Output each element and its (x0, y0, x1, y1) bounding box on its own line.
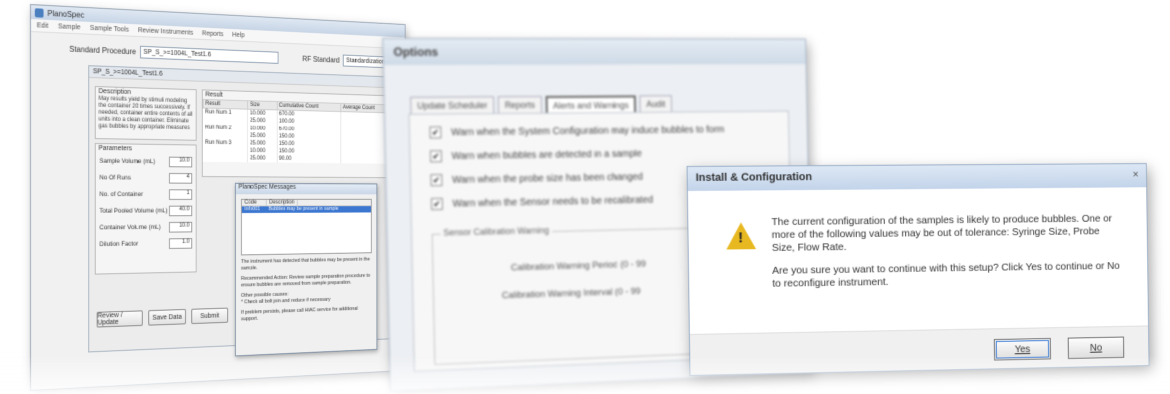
check-label: Warn when the Sensor needs to be recalib… (452, 194, 654, 210)
menu-help[interactable]: Help (232, 31, 244, 38)
dialog-title-bar: Install & Configuration × (687, 164, 1147, 191)
warning-period-label: Calibration Warning Period (0 - 99 (510, 258, 646, 274)
panel-title: SP_S_>=1004L_Test1.6 (89, 66, 398, 89)
group-title: Sensor Calibration Warning (440, 225, 552, 238)
check-label: Warn when the probe size has been change… (451, 171, 643, 186)
install-config-dialog: Install & Configuration × ! The current … (686, 163, 1150, 376)
table-row[interactable]: 25.000 90.00 (203, 154, 394, 164)
message-text: If problem persists, please call HIAC se… (241, 306, 358, 323)
no-button[interactable]: No (1067, 336, 1125, 360)
param-row: Total Pooled Volume (mL) 40.0 (96, 203, 196, 220)
param-label: No Of Runs (99, 174, 131, 182)
messages-title: PlanoSpec Messages (235, 183, 377, 195)
save-data-button[interactable]: Save Data (148, 308, 186, 326)
description-text: May results yield by stimuli modeling th… (98, 95, 193, 132)
param-label: Dilution Factor (99, 240, 139, 249)
parameters-group: Parameters Sample Volume (mL) 10.0 No Of… (94, 142, 197, 275)
window-title: PlanoSpec (47, 8, 85, 20)
menu-edit[interactable]: Edit (37, 22, 49, 30)
param-row: Container Volume (mL) 10.0 (96, 219, 196, 236)
message-text: The instrument has detected that bubbles… (241, 256, 370, 272)
app-logo-icon (34, 7, 44, 18)
runs-spinner[interactable]: 4 (169, 172, 193, 184)
containers-spinner[interactable]: 1 (169, 189, 193, 200)
pooled-volume-spinner[interactable]: 40.0 (169, 205, 193, 217)
result-group: Result Result Size Cumulative Count Aver… (201, 89, 395, 179)
standard-select[interactable]: SP_S_>=1004L_Test1.6 (139, 45, 279, 64)
dialog-paragraph: Are you sure you want to continue with t… (772, 260, 1120, 290)
param-label: Total Pooled Volume (mL) (99, 207, 168, 215)
message-desc: Bubbles may be present in sample (268, 206, 339, 212)
menu-sample-tools[interactable]: Sample Tools (90, 24, 129, 33)
yes-button[interactable]: Yes (993, 337, 1052, 361)
dialog-title: Install & Configuration (695, 171, 813, 184)
warning-icon: ! (726, 222, 757, 250)
rf-standard-label: RF Standard (302, 54, 340, 65)
param-label: No. of Container (99, 191, 144, 198)
sample-panel: SP_S_>=1004L_Test1.6 Description May res… (88, 65, 399, 357)
param-label: Container Volume (mL) (99, 224, 161, 232)
param-label: Sample Volume (mL) (99, 157, 156, 166)
menu-review[interactable]: Review Instruments (138, 27, 193, 36)
cell: 25.000 (247, 154, 277, 163)
dialog-paragraph: The current configuration of the samples… (771, 212, 1113, 254)
container-volume-spinner[interactable]: 10.0 (169, 221, 193, 233)
sample-volume-spinner[interactable]: 10.0 (169, 156, 193, 168)
message-row-selected[interactable]: Info001 Bubbles may be present in sample (241, 206, 371, 214)
result-table: Result Size Cumulative Count Average Cou… (202, 98, 394, 164)
main-app-window: PlanoSpec Edit Sample Sample Tools Revie… (30, 4, 406, 391)
messages-list: Code Description Info001 Bubbles may be … (241, 198, 372, 256)
standard-label: Standard Procedure (69, 44, 137, 57)
param-row: No. of Container 1 (96, 186, 196, 203)
close-icon[interactable]: × (1132, 169, 1138, 187)
bubbles-config-checkbox[interactable]: ✔ (429, 126, 442, 139)
check-label: Warn when the System Configuration may i… (450, 124, 725, 138)
message-code: Info001 (244, 206, 261, 213)
options-title: Options (383, 38, 806, 65)
menu-reports[interactable]: Reports (202, 30, 223, 38)
dilution-spinner[interactable]: 1.0 (169, 238, 193, 249)
dialog-message: The current configuration of the samples… (771, 213, 1121, 301)
col-code[interactable]: Code (241, 199, 267, 206)
description-group: Description May results yield by stimuli… (94, 86, 197, 141)
probe-size-checkbox[interactable]: ✔ (430, 174, 443, 187)
col-description[interactable]: Description (266, 199, 298, 206)
review-update-button[interactable]: Review / Update (96, 310, 143, 328)
recalibrate-checkbox[interactable]: ✔ (430, 197, 443, 211)
menu-sample[interactable]: Sample (58, 23, 81, 31)
cell (203, 154, 248, 163)
warning-interval-label: Calibration Warning Interval (0 - 99 (501, 286, 641, 302)
bubbles-detected-checkbox[interactable]: ✔ (429, 150, 442, 163)
param-row: Dilution Factor 1.0 (96, 235, 196, 253)
dialog-footer: Yes No (689, 325, 1149, 375)
cell: 90.00 (276, 155, 341, 164)
check-label: Warn when bubbles are detected in a samp… (451, 148, 642, 162)
param-row: No Of Runs 4 (96, 170, 196, 187)
param-row: Sample Volume (mL) 10.0 (96, 153, 196, 170)
submit-button[interactable]: Submit (191, 307, 229, 325)
message-text: Recommended Action: Review sample prepar… (241, 273, 371, 289)
messages-window: PlanoSpec Messages Code Description Info… (235, 182, 378, 357)
